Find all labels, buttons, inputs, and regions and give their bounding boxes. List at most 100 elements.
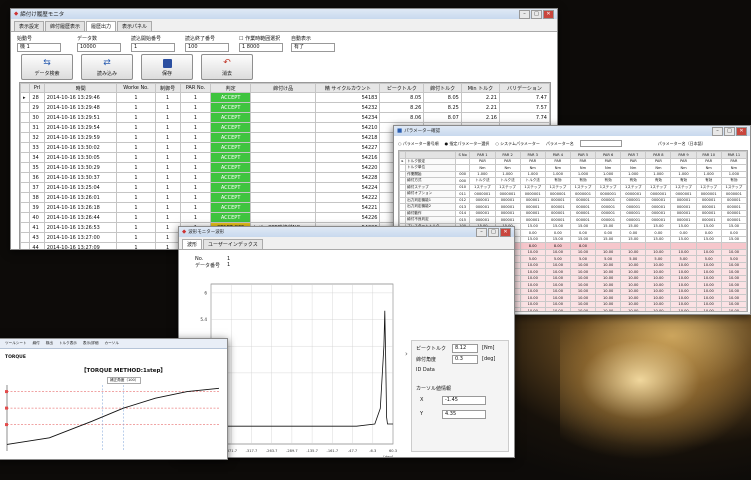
table-cell: 1 [179, 142, 212, 153]
radio-system-param[interactable]: ○ システムパラメーター [495, 141, 540, 147]
torque-toolbar-item[interactable]: カーソル [105, 341, 119, 346]
torque-method-curve [6, 387, 220, 445]
table-cell: 2014-10-16 13:26:01 [43, 192, 118, 203]
table-row[interactable]: 29 2014-10-16 13:29:48 1 1 1 ACCEPT 54232 8.26 8… [20, 102, 550, 113]
maximize-button[interactable]: □ [531, 9, 542, 19]
table-cell: 1 [116, 92, 156, 103]
history-col-header[interactable]: 時間 [43, 83, 118, 93]
save-label: 保存 [161, 71, 172, 77]
torque-axis-title: TORQUE [5, 355, 26, 360]
torque-toolbar-item[interactable]: ツールシート [5, 341, 27, 346]
end-input[interactable]: 100 [185, 43, 229, 52]
table-cell [249, 162, 317, 173]
torque-toolbar-item[interactable]: 表示/詳細 [83, 341, 99, 346]
history-col-header[interactable] [20, 83, 31, 93]
tab-display-settings[interactable]: 表示設定 [14, 21, 45, 31]
table-cell: 8.07 [423, 112, 462, 123]
cursor-x-label: X [420, 397, 424, 403]
table-cell: 1 [116, 172, 156, 183]
history-col-header[interactable]: ピークトルク [379, 83, 425, 93]
history-col-header[interactable]: Worke No. [116, 83, 156, 93]
torque-toolbar-item[interactable]: トルク表示 [59, 341, 77, 346]
erase-arrow-icon: ↶ [223, 58, 231, 68]
waveform-window: ◆ 波形モニター波形 – □ ✕ 波形 ユーザーインデックス No. 1 データ… [178, 226, 515, 458]
history-col-header[interactable]: 精 サイクルカウント [315, 83, 381, 93]
history-col-header[interactable]: 制御号 [154, 83, 181, 93]
table-cell: 2014-10-16 13:27:00 [43, 232, 118, 243]
tab-history-view[interactable]: 締付履歴表示 [45, 21, 86, 31]
expand-arrow-icon[interactable]: › [405, 350, 408, 358]
wave-app-icon: ◆ [182, 229, 187, 235]
history-col-header[interactable]: PAR No. [179, 83, 212, 93]
table-cell: 1 [154, 172, 181, 183]
history-col-header[interactable]: バリデーション [498, 83, 550, 93]
history-col-header[interactable]: Min トルク [460, 83, 500, 93]
history-col-header[interactable]: 締付トルク [423, 83, 462, 93]
param-cell: 10.00 [645, 307, 672, 311]
torque-toolbar-item[interactable]: 検出 [46, 341, 53, 346]
param-maximize-button[interactable]: □ [724, 126, 735, 136]
history-col-header[interactable]: PrI [29, 83, 45, 93]
start-label: 読込開始番号 [131, 36, 162, 42]
history-col-header[interactable]: 締付け品 [249, 83, 317, 93]
table-cell: 1 [154, 112, 181, 123]
table-cell [20, 212, 31, 223]
load-button[interactable]: ⇄ 読み込み [81, 54, 133, 80]
peak-label: ピークトルク [416, 346, 447, 352]
table-cell [20, 142, 31, 153]
tab-history-output[interactable]: 履歴出力 [86, 21, 117, 31]
wave-minimize-button[interactable]: – [476, 227, 487, 237]
history-col-header[interactable]: 判定 [210, 83, 251, 93]
count-input[interactable]: 10000 [77, 43, 121, 52]
table-cell: ACCEPT [210, 182, 251, 193]
table-cell: 1 [154, 92, 181, 103]
table-cell: 2014-10-16 13:30:37 [43, 172, 118, 183]
table-cell: 1 [116, 202, 156, 213]
tab-display-panel[interactable]: 表示パネル [117, 21, 153, 31]
close-button[interactable]: ✕ [543, 9, 554, 19]
table-cell: 54226 [315, 212, 381, 223]
limit-marker [5, 423, 8, 427]
table-cell: 2.16 [460, 112, 500, 123]
table-cell: 28 [29, 92, 45, 103]
wave-close-button[interactable]: ✕ [500, 227, 511, 237]
tab-user-index[interactable]: ユーザーインデックス [203, 239, 263, 249]
table-cell: 33 [29, 142, 45, 153]
auto-select[interactable]: 有了 [291, 43, 335, 52]
start-input[interactable]: 1 [131, 43, 175, 52]
table-cell: 44 [29, 242, 45, 249]
torque-toolbar: ツールシート 締付 検出 トルク表示 表示/詳細 カーソル [0, 339, 227, 349]
param-close-button[interactable]: ✕ [736, 126, 747, 136]
table-cell: 2014-10-16 13:25:04 [43, 182, 118, 193]
table-cell [20, 102, 31, 113]
table-cell: 41 [29, 222, 45, 233]
machine-select[interactable]: 機 1 [17, 43, 61, 52]
minimize-button[interactable]: – [519, 9, 530, 19]
table-cell: 29 [29, 102, 45, 113]
data-search-button[interactable]: ⇆ データ検索 [21, 54, 73, 80]
radio-number-order[interactable]: ○ パラメーター番号順 [398, 141, 439, 147]
range-checkbox[interactable]: ☐ 作業時範囲選択 [239, 35, 280, 42]
table-cell [20, 122, 31, 133]
table-cell [20, 192, 31, 203]
table-cell [20, 152, 31, 163]
table-cell: 1 [154, 152, 181, 163]
param-cell: 10.00 [695, 307, 722, 311]
tab-waveform[interactable]: 波形 [182, 239, 203, 249]
table-cell [249, 132, 317, 143]
range-select[interactable]: 1 8000 [239, 43, 283, 52]
table-row[interactable]: ▸ 28 2014-10-16 13:29:46 1 1 1 ACCEPT 54183 8.05… [20, 92, 550, 103]
title-bar: ◆ 締付け履歴モニタ – □ ✕ [11, 9, 557, 19]
param-minimize-button[interactable]: – [712, 126, 723, 136]
torque-toolbar-item[interactable]: 締付 [33, 341, 40, 346]
erase-button[interactable]: ↶ 消去 [201, 54, 253, 80]
wave-tabs: 波形 ユーザーインデックス [179, 237, 514, 249]
param-name-select[interactable] [579, 140, 622, 147]
table-cell: 1 [116, 142, 156, 153]
save-button[interactable]: 保存 [141, 54, 193, 80]
table-row[interactable]: 30 2014-10-16 13:29:51 1 1 1 ACCEPT 54234 8.06 8… [20, 112, 550, 123]
param-name-jp-label: パラメーター名（日本語） [657, 140, 706, 146]
background-glow-highlight [560, 300, 751, 460]
radio-selected-param[interactable]: ● 指定パラメーター選択 [445, 141, 490, 147]
wave-maximize-button[interactable]: □ [488, 227, 499, 237]
